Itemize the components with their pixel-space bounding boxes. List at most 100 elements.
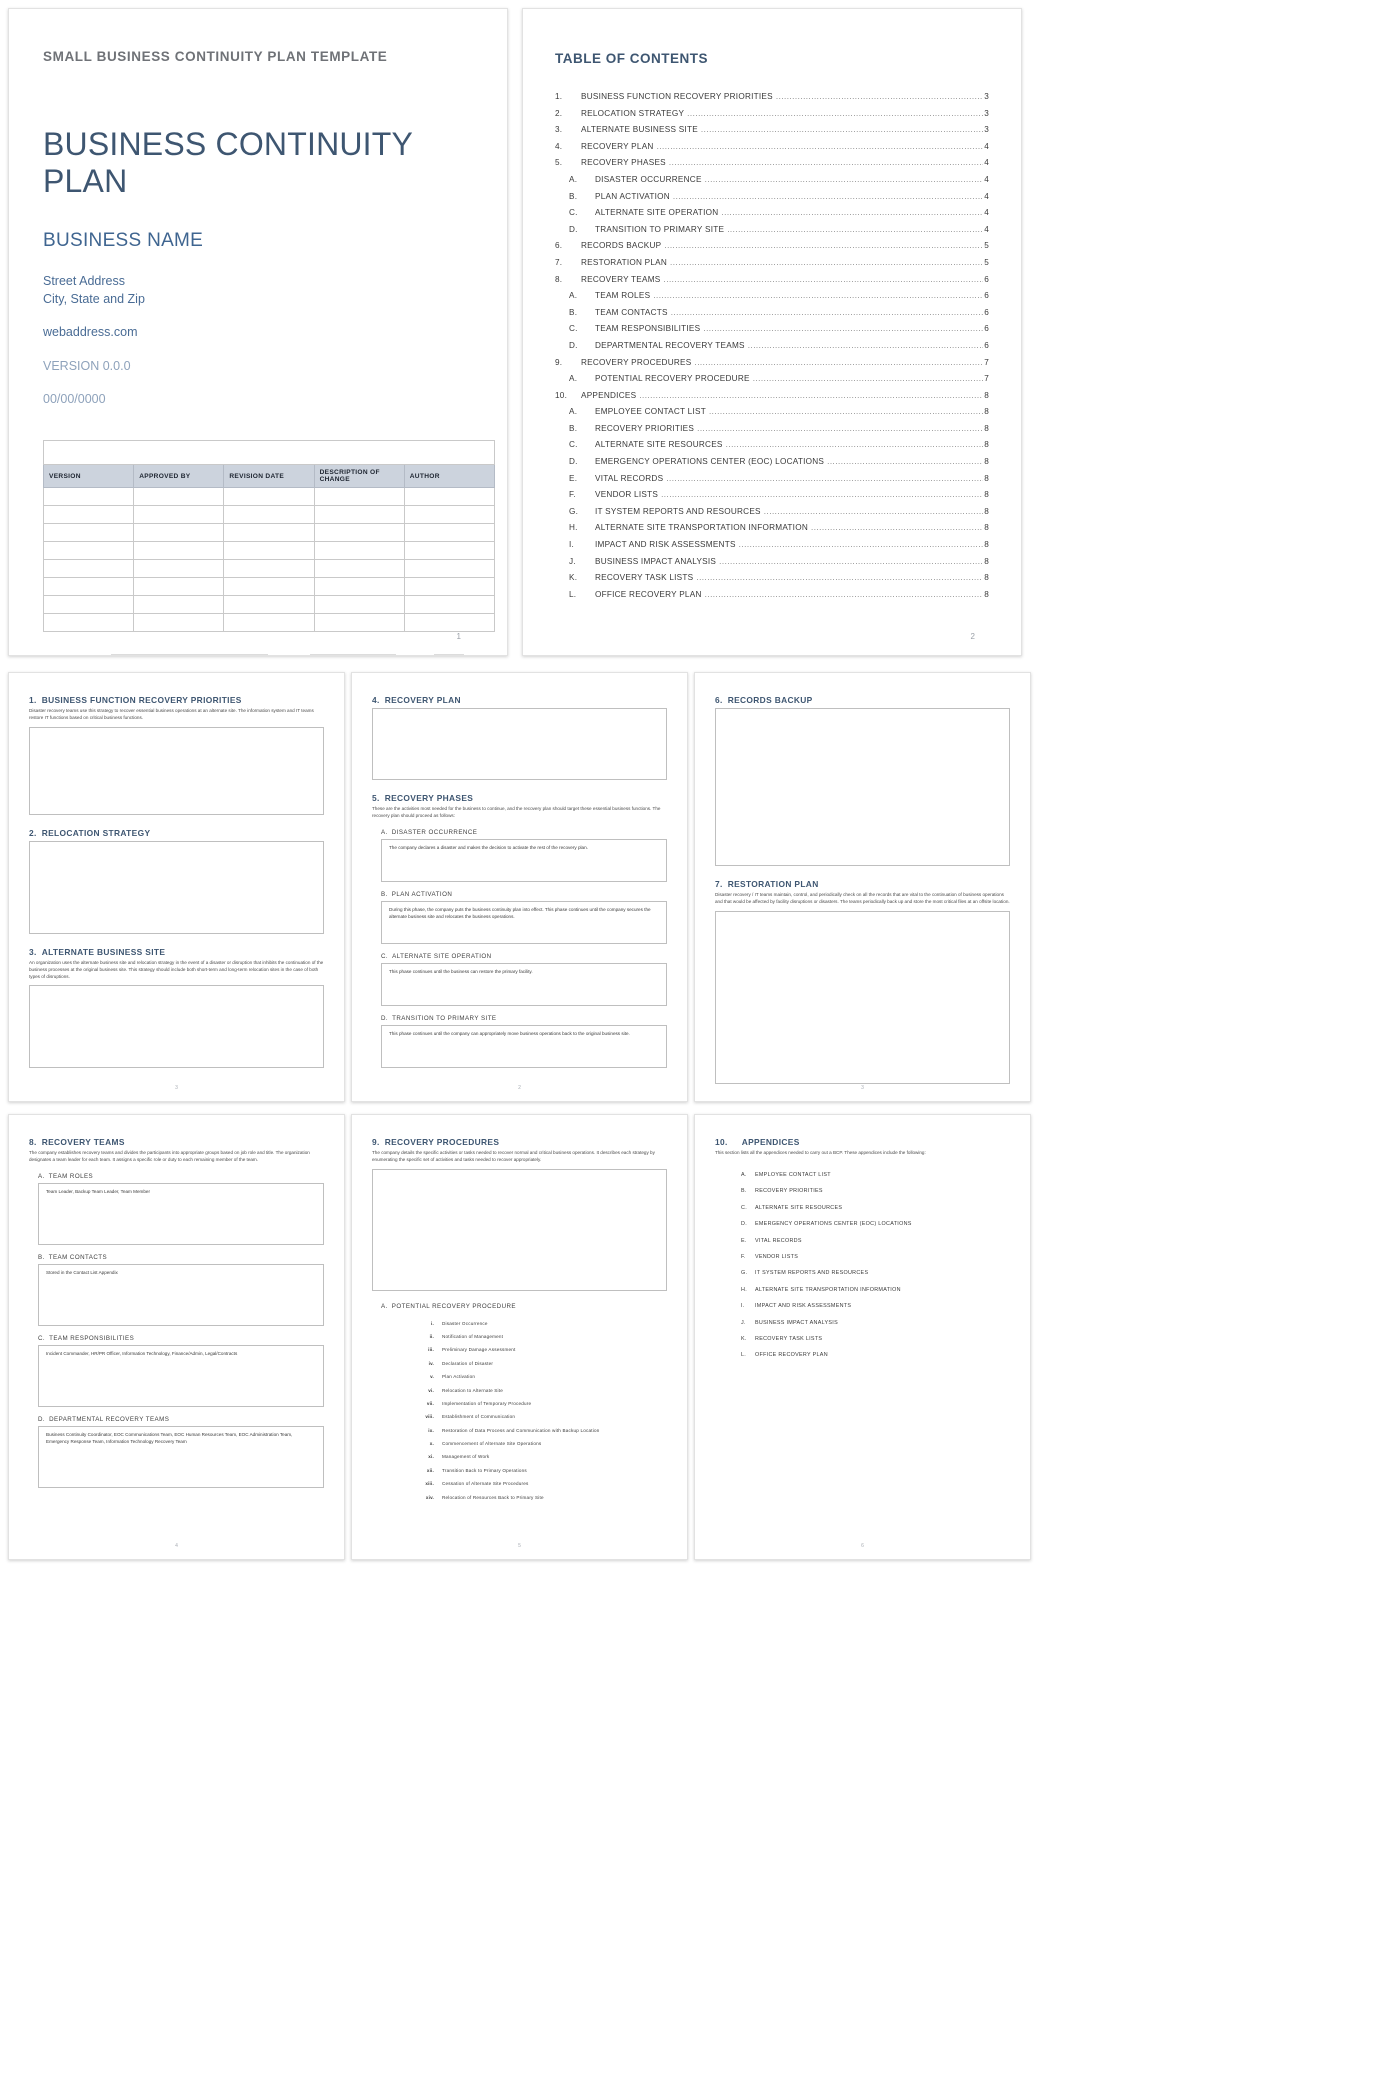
version-history-cell[interactable] — [223, 523, 315, 543]
toc-entry[interactable]: B. RECOVERY PRIORITIES...................… — [555, 424, 989, 442]
toc-entry[interactable]: 5. RECOVERY PHASES.......................… — [555, 159, 989, 176]
section-4-input-box[interactable] — [372, 708, 667, 780]
subsection-8b-box[interactable]: Stored in the Contact List Appendix — [38, 1263, 324, 1326]
version-history-cell[interactable] — [133, 523, 225, 543]
version-history-cell[interactable] — [42, 487, 135, 507]
toc-entry[interactable]: D. TRANSITION TO PRIMARY SITE............… — [555, 225, 989, 243]
version-history-cell[interactable] — [313, 487, 405, 507]
version-history-row[interactable] — [42, 559, 496, 579]
section-6-input-box[interactable] — [715, 708, 1010, 866]
version-history-cell[interactable] — [313, 577, 405, 597]
toc-entry[interactable]: 9. RECOVERY PROCEDURES...................… — [555, 358, 989, 376]
version-history-cell[interactable] — [223, 577, 315, 597]
version-history-cell[interactable] — [313, 505, 405, 525]
toc-entry[interactable]: K. RECOVERY TASK LISTS...................… — [555, 574, 989, 591]
version-history-row[interactable] — [42, 487, 496, 507]
version-history-cell[interactable] — [313, 523, 405, 543]
toc-entry[interactable]: A. DISASTER OCCURRENCE...................… — [555, 175, 989, 193]
subsection-8c-box[interactable]: Incident Commander, HR/PR Officer, Infor… — [38, 1344, 324, 1407]
version-history-cell[interactable] — [42, 505, 135, 525]
toc-entry[interactable]: B. PLAN ACTIVATION.......................… — [555, 192, 989, 210]
version-history-cell[interactable] — [403, 523, 496, 543]
toc-entry[interactable]: C. ALTERNATE SITE OPERATION..............… — [555, 208, 989, 226]
version-history-cell[interactable] — [223, 613, 315, 633]
version-history-cell[interactable] — [42, 595, 135, 615]
version-history-cell[interactable] — [403, 577, 496, 597]
version-history-cell[interactable] — [42, 541, 135, 561]
version-history-cell[interactable] — [403, 595, 496, 615]
toc-entry[interactable]: 3. ALTERNATE BUSINESS SITE...............… — [555, 125, 989, 143]
toc-entry[interactable]: A. EMPLOYEE CONTACT LIST.................… — [555, 408, 989, 425]
version-history-cell[interactable] — [403, 487, 496, 507]
version-history-cell[interactable] — [42, 559, 135, 579]
toc-entry[interactable]: 7. RESTORATION PLAN......................… — [555, 258, 989, 276]
version-history-cell[interactable] — [133, 541, 225, 561]
toc-entry[interactable]: H. ALTERNATE SITE TRANSPORTATION INFORMAT… — [555, 524, 989, 541]
version-history-cell[interactable] — [223, 559, 315, 579]
version-history-cell[interactable] — [223, 595, 315, 615]
prepared-by-field[interactable] — [111, 654, 268, 655]
toc-entry[interactable]: I. IMPACT AND RISK ASSESSMENTS...........… — [555, 540, 989, 558]
toc-entry[interactable]: B. TEAM CONTACTS.........................… — [555, 308, 989, 326]
version-history-cell[interactable] — [42, 613, 135, 633]
toc-entry[interactable]: 1. BUSINESS FUNCTION RECOVERY PRIORITIES.… — [555, 92, 989, 110]
section-9-input-box[interactable] — [372, 1168, 667, 1291]
version-history-cell[interactable] — [313, 541, 405, 561]
toc-entry[interactable]: C. TEAM RESPONSIBILITIES.................… — [555, 325, 989, 342]
version-history-cell[interactable] — [133, 505, 225, 525]
version-history-cell[interactable] — [133, 559, 225, 579]
toc-entry[interactable]: 10. APPENDICES...........................… — [555, 391, 989, 409]
version-history-cell[interactable] — [403, 505, 496, 525]
toc-entry[interactable]: J. BUSINESS IMPACT ANALYSIS..............… — [555, 557, 989, 575]
version-history-cell[interactable] — [313, 595, 405, 615]
toc-entry[interactable]: A. POTENTIAL RECOVERY PROCEDURE..........… — [555, 374, 989, 392]
version-history-row[interactable] — [42, 577, 496, 597]
toc-entry[interactable]: E. VITAL RECORDS.........................… — [555, 474, 989, 492]
toc-entry[interactable]: 6. RECORDS BACKUP........................… — [555, 242, 989, 259]
subsection-5c-box[interactable]: This phase continues until the business … — [381, 962, 667, 1006]
section-7-input-box[interactable] — [715, 910, 1010, 1084]
version-history-cell[interactable] — [403, 613, 496, 633]
toc-entry[interactable]: 4. RECOVERY PLAN.........................… — [555, 142, 989, 160]
version-history-cell[interactable] — [223, 505, 315, 525]
toc-entry[interactable]: 8. RECOVERY TEAMS........................… — [555, 275, 989, 293]
toc-entry[interactable]: 2. RELOCATION STRATEGY...................… — [555, 109, 989, 127]
version-history-row[interactable] — [42, 613, 496, 633]
appendix-item: F. VENDOR LISTS — [741, 1244, 1010, 1260]
toc-entry[interactable]: D. DEPARTMENTAL RECOVERY TEAMS...........… — [555, 341, 989, 359]
prepared-date-field[interactable] — [434, 654, 464, 655]
subsection-8d-box[interactable]: Business Continuity Coordinator, EOC Com… — [38, 1425, 324, 1488]
toc-entry[interactable]: L. OFFICE RECOVERY PLAN..................… — [555, 590, 989, 608]
version-history-row[interactable] — [42, 541, 496, 561]
version-history-cell[interactable] — [223, 541, 315, 561]
version-history-row[interactable] — [42, 505, 496, 525]
version-history-cell[interactable] — [313, 559, 405, 579]
version-history-cell[interactable] — [42, 523, 135, 543]
prepared-title-field[interactable] — [310, 654, 396, 655]
version-history-cell[interactable] — [403, 541, 496, 561]
toc-entry[interactable]: D. EMERGENCY OPERATIONS CENTER (EOC) LOCA… — [555, 457, 989, 475]
subsection-5a-box[interactable]: The company declares a disaster and make… — [381, 838, 667, 882]
toc-entry[interactable]: F. VENDOR LISTS..........................… — [555, 491, 989, 508]
version-history-cell[interactable] — [133, 577, 225, 597]
version-history-cell[interactable] — [403, 559, 496, 579]
version-history-cell[interactable] — [223, 487, 315, 507]
version-history-cell[interactable] — [42, 577, 135, 597]
subsection-5b-box[interactable]: During this phase, the company puts the … — [381, 900, 667, 944]
section-3-input-box[interactable] — [29, 985, 324, 1069]
version-history-row[interactable] — [42, 595, 496, 615]
version-history-body[interactable] — [42, 487, 496, 633]
version-history-row[interactable] — [42, 523, 496, 543]
version-history-cell[interactable] — [133, 595, 225, 615]
toc-entry[interactable]: A. TEAM ROLES............................… — [555, 291, 989, 309]
toc-entry[interactable]: G. IT SYSTEM REPORTS AND RESOURCES.......… — [555, 507, 989, 525]
subsection-5d-box[interactable]: This phase continues until the company c… — [381, 1024, 667, 1068]
version-history-cell[interactable] — [133, 487, 225, 507]
version-history-cell[interactable] — [133, 613, 225, 633]
version-history-cell[interactable] — [313, 613, 405, 633]
section-2-input-box[interactable] — [29, 840, 324, 934]
section-1-input-box[interactable] — [29, 726, 324, 815]
subsection-8a-box[interactable]: Team Leader, Backup Team Leader, Team Me… — [38, 1182, 324, 1245]
prepared-date-label: DATE — [395, 654, 435, 655]
toc-entry[interactable]: C. ALTERNATE SITE RESOURCES..............… — [555, 441, 989, 458]
